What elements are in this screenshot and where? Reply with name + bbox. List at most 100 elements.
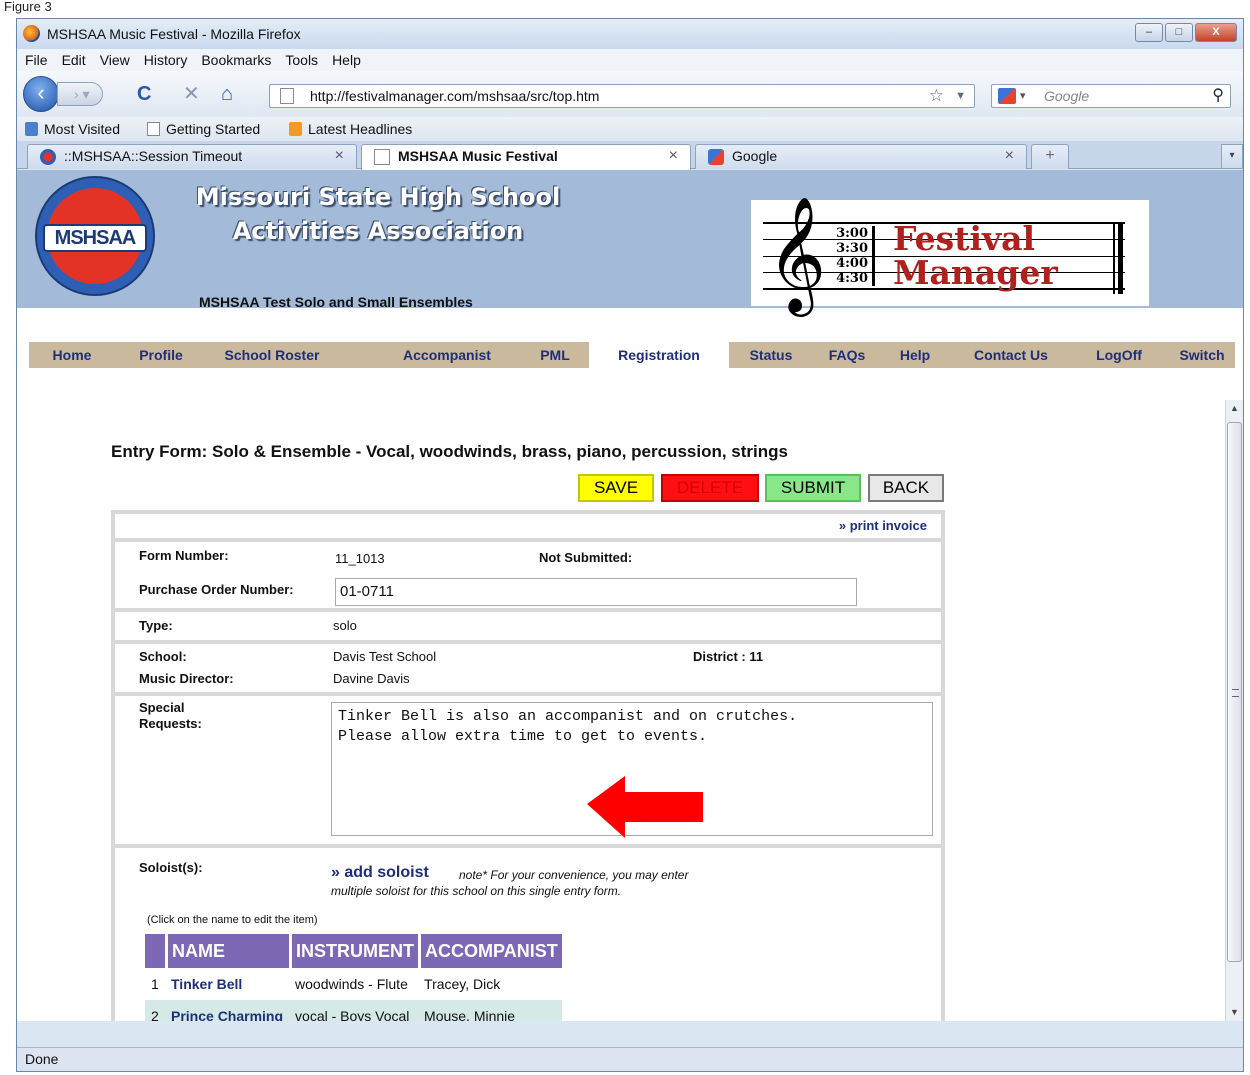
nav-faqs[interactable]: FAQs	[817, 342, 877, 368]
nav-switch[interactable]: Switch	[1169, 342, 1235, 368]
most-visited-icon	[25, 122, 38, 136]
menu-tools[interactable]: Tools	[277, 49, 324, 68]
table-row: 1 Tinker Bell woodwinds - Flute Tracey, …	[145, 968, 562, 1000]
nav-accompanist[interactable]: Accompanist	[377, 342, 517, 368]
accompanist-cell: Tracey, Dick	[424, 976, 501, 992]
url-dropdown-icon[interactable]: ▼	[955, 85, 966, 107]
reload-icon[interactable]: C	[137, 84, 151, 104]
soloists-section: Soloist(s): » add soloist note* For your…	[115, 848, 941, 1021]
tab-label: Google	[732, 148, 778, 164]
column-header-accompanist: ACCOMPANIST	[418, 934, 562, 968]
url-field[interactable]: http://festivalmanager.com/mshsaa/src/to…	[269, 84, 975, 108]
back-arrow-icon[interactable]: ‹	[23, 76, 59, 112]
scroll-down-icon[interactable]: ▼	[1226, 1004, 1243, 1021]
search-icon[interactable]: ⚲	[1212, 85, 1224, 107]
menu-edit[interactable]: Edit	[54, 49, 92, 68]
menu-file[interactable]: File	[17, 49, 54, 68]
nav-logoff[interactable]: LogOff	[1083, 342, 1155, 368]
barline-icon	[1113, 222, 1123, 294]
festival-times: 3:00 3:30 4:00 4:30	[827, 226, 875, 286]
google-icon[interactable]	[998, 88, 1016, 104]
figure-caption: Figure 3	[4, 0, 52, 14]
organization-name: Missouri State High School Activities As…	[173, 180, 583, 248]
type-section: Type: solo	[115, 612, 941, 640]
scroll-up-icon[interactable]: ▲	[1226, 400, 1243, 417]
special-requests-label-2: Requests:	[139, 716, 202, 731]
bookmark-getting-started[interactable]: Getting Started	[147, 121, 260, 137]
new-tab-button[interactable]: +	[1031, 144, 1069, 169]
status-bar: Done	[17, 1047, 1243, 1071]
soloist-name-link[interactable]: Prince Charming	[165, 1000, 290, 1021]
nav-home[interactable]: Home	[29, 342, 115, 368]
search-engine-dropdown-icon[interactable]: ▾	[1020, 85, 1026, 107]
bookmark-most-visited[interactable]: Most Visited	[25, 121, 120, 137]
purchase-order-input[interactable]: 01-0711	[335, 578, 857, 606]
menu-help[interactable]: Help	[324, 49, 367, 68]
treble-clef-icon: 𝄞	[767, 195, 827, 312]
close-window-button[interactable]: X	[1195, 23, 1237, 42]
nav-contact-us[interactable]: Contact Us	[959, 342, 1063, 368]
nav-pml[interactable]: PML	[525, 342, 585, 368]
stop-icon[interactable]: ✕	[183, 84, 200, 104]
print-invoice-link[interactable]: » print invoice	[839, 518, 927, 533]
music-director-value: Davine Davis	[333, 671, 410, 686]
forward-arrow-icon[interactable]: › ▾	[57, 82, 103, 106]
mshsaa-favicon-icon	[40, 149, 56, 165]
minimize-button[interactable]: –	[1135, 23, 1163, 42]
nav-status[interactable]: Status	[739, 342, 803, 368]
table-row: 2 Prince Charming vocal - Boys Vocal Mou…	[145, 1000, 562, 1021]
close-tab-icon[interactable]: ×	[335, 145, 344, 167]
form-title: Entry Form: Solo & Ensemble - Vocal, woo…	[111, 442, 788, 461]
tab-mshsaa-music-festival[interactable]: MSHSAA Music Festival ×	[361, 144, 691, 170]
org-name-line-1: Missouri State High School	[195, 183, 561, 211]
tab-label: MSHSAA Music Festival	[398, 148, 558, 164]
submit-button[interactable]: SUBMIT	[765, 474, 861, 502]
seal-text: MSHSAA	[43, 224, 147, 252]
menu-bookmarks[interactable]: Bookmarks	[193, 49, 277, 68]
bookmark-label: Latest Headlines	[308, 121, 413, 137]
close-tab-icon[interactable]: ×	[1005, 145, 1014, 167]
menu-history[interactable]: History	[136, 49, 194, 68]
instrument-cell: woodwinds - Flute	[295, 976, 408, 992]
row-number: 2	[145, 1000, 165, 1021]
vertical-scrollbar[interactable]: ▲ ▼	[1225, 400, 1243, 1021]
search-field[interactable]: ▾ Google ⚲	[991, 84, 1231, 108]
home-icon[interactable]: ⌂	[221, 84, 233, 104]
site-banner: MSHSAA Missouri State High School Activi…	[17, 170, 1243, 310]
add-soloist-link[interactable]: » add soloist	[331, 864, 429, 882]
entry-form: » print invoice Form Number: 11_1013 Not…	[111, 510, 945, 1021]
tab-session-timeout[interactable]: ::MSHSAA::Session Timeout ×	[27, 144, 357, 169]
nav-registration[interactable]: Registration	[589, 342, 729, 368]
main-nav: Home Profile School Roster Accompanist P…	[29, 342, 1235, 368]
school-label: School:	[139, 649, 187, 664]
form-number-value: 11_1013	[335, 551, 385, 566]
soloist-name-link[interactable]: Tinker Bell	[165, 968, 289, 1000]
form-number-section: Form Number: 11_1013 Not Submitted: Purc…	[115, 542, 941, 608]
nav-help[interactable]: Help	[885, 342, 945, 368]
delete-button[interactable]: DELETE	[661, 474, 759, 502]
firefox-icon	[23, 25, 40, 42]
festival-manager-logo: 𝄞 3:00 3:30 4:00 4:30 Festival Manager	[751, 200, 1149, 306]
nav-profile[interactable]: Profile	[115, 342, 207, 368]
scrollbar-thumb[interactable]	[1227, 422, 1242, 962]
add-soloist-note-2: multiple soloist for this school on this…	[331, 884, 622, 898]
nav-school-roster[interactable]: School Roster	[207, 342, 337, 368]
tab-google[interactable]: Google ×	[695, 144, 1027, 169]
school-value: Davis Test School	[333, 649, 437, 664]
menu-view[interactable]: View	[92, 49, 136, 68]
bookmark-label: Getting Started	[166, 121, 261, 137]
maximize-button[interactable]: □	[1165, 23, 1193, 42]
bookmark-latest-headlines[interactable]: Latest Headlines	[289, 121, 412, 137]
accompanist-cell: Mouse, Minnie	[418, 1000, 562, 1021]
list-all-tabs-button[interactable]: ▾	[1221, 144, 1243, 169]
save-button[interactable]: SAVE	[578, 474, 654, 502]
back-button[interactable]: BACK	[868, 474, 944, 502]
window-title: MSHSAA Music Festival - Mozilla Firefox	[47, 26, 301, 42]
close-tab-icon[interactable]: ×	[669, 145, 678, 167]
org-name-line-2: Activities Association	[232, 217, 524, 245]
bookmark-star-icon[interactable]: ☆	[929, 85, 944, 107]
instrument-cell: vocal - Boys Vocal	[289, 1000, 419, 1021]
page-icon	[147, 122, 160, 136]
browser-window: MSHSAA Music Festival - Mozilla Firefox …	[16, 18, 1244, 1072]
school-section: School: Davis Test School District : 11 …	[115, 644, 941, 692]
